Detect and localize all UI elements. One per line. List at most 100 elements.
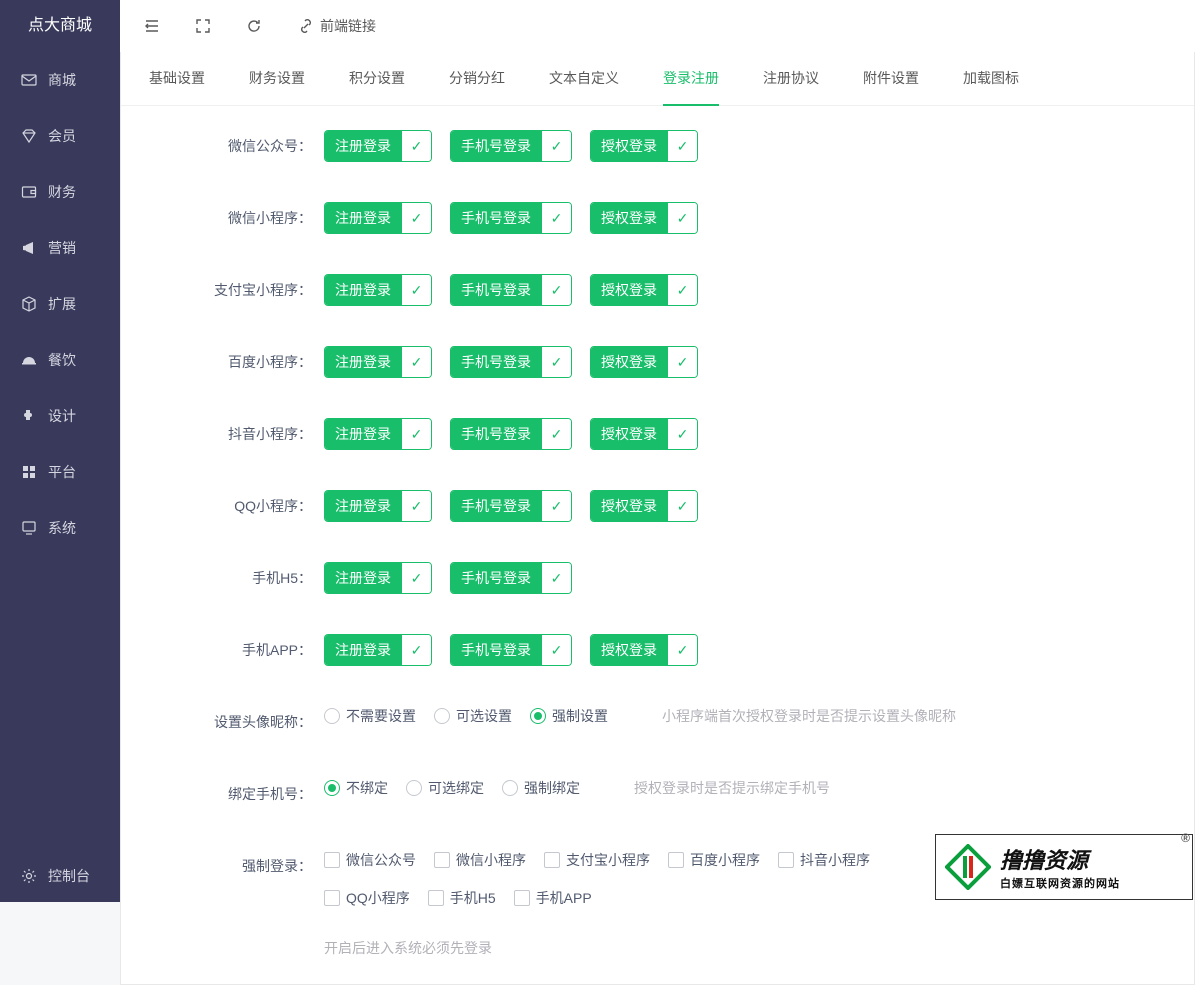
sidebar: 点大商城 商城 会员 财务 营销 扩展 餐饮 设计 平台 系统 控制台 [0, 0, 120, 902]
row-label: 手机H5： [149, 562, 324, 594]
row-alipay-miniapp: 支付宝小程序： 注册登录✓ 手机号登录✓ 授权登录✓ [149, 274, 1166, 306]
toggle-register[interactable]: 注册登录✓ [324, 490, 432, 522]
tab-register-agreement[interactable]: 注册协议 [763, 52, 819, 105]
checkbox-wechat-miniapp[interactable]: 微信小程序 [434, 850, 526, 870]
row-bind-phone: 绑定手机号： 不绑定 可选绑定 强制绑定 授权登录时是否提示绑定手机号 [149, 778, 1166, 810]
radio-icon [530, 708, 546, 724]
checkbox-qq-miniapp[interactable]: QQ小程序 [324, 888, 410, 908]
checkbox-icon [324, 852, 340, 868]
row-mobile-app: 手机APP： 注册登录✓ 手机号登录✓ 授权登录✓ [149, 634, 1166, 666]
toggle-phone[interactable]: 手机号登录✓ [450, 130, 572, 162]
toggle-auth[interactable]: 授权登录✓ [590, 346, 698, 378]
toggle-phone[interactable]: 手机号登录✓ [450, 490, 572, 522]
toggle-phone[interactable]: 手机号登录✓ [450, 418, 572, 450]
hint-text: 开启后进入系统必须先登录 [324, 938, 884, 958]
radio-avatar-optional[interactable]: 可选设置 [434, 706, 512, 726]
watermark-title: 撸撸资源 [1000, 843, 1120, 875]
toggle-auth[interactable]: 授权登录✓ [590, 418, 698, 450]
refresh-icon[interactable] [246, 18, 262, 34]
toggle-auth[interactable]: 授权登录✓ [590, 202, 698, 234]
tab-distribution[interactable]: 分销分红 [449, 52, 505, 105]
tab-loading-icon[interactable]: 加载图标 [963, 52, 1019, 105]
nav-item-extension[interactable]: 扩展 [0, 276, 120, 332]
row-label: 手机APP： [149, 634, 324, 666]
check-icon: ✓ [541, 563, 571, 593]
row-label: QQ小程序： [149, 490, 324, 522]
diamond-icon [20, 128, 38, 144]
nav-item-system[interactable]: 系统 [0, 500, 120, 556]
toggle-phone[interactable]: 手机号登录✓ [450, 562, 572, 594]
toggle-phone[interactable]: 手机号登录✓ [450, 202, 572, 234]
check-icon: ✓ [541, 419, 571, 449]
tab-text-custom[interactable]: 文本自定义 [549, 52, 619, 105]
toggle-auth[interactable]: 授权登录✓ [590, 490, 698, 522]
tab-basic[interactable]: 基础设置 [149, 52, 205, 105]
frontend-link[interactable]: 前端链接 [298, 16, 376, 36]
collapse-menu-icon[interactable] [144, 18, 160, 34]
radio-icon [324, 708, 340, 724]
nav-item-catering[interactable]: 餐饮 [0, 332, 120, 388]
frontend-link-label: 前端链接 [320, 16, 376, 36]
toggle-register[interactable]: 注册登录✓ [324, 634, 432, 666]
checkbox-icon [428, 890, 444, 906]
nav-label: 会员 [48, 126, 76, 146]
checkbox-mobile-h5[interactable]: 手机H5 [428, 888, 496, 908]
topbar: 前端链接 [120, 0, 1195, 52]
nav-item-member[interactable]: 会员 [0, 108, 120, 164]
radio-avatar-none[interactable]: 不需要设置 [324, 706, 416, 726]
check-icon: ✓ [541, 635, 571, 665]
checkbox-icon [514, 890, 530, 906]
toggle-register[interactable]: 注册登录✓ [324, 202, 432, 234]
radio-icon [434, 708, 450, 724]
check-icon: ✓ [401, 563, 431, 593]
wallet-icon [20, 184, 38, 200]
nav-item-console[interactable]: 控制台 [0, 850, 120, 902]
check-icon: ✓ [401, 347, 431, 377]
check-icon: ✓ [667, 275, 697, 305]
tab-attachment[interactable]: 附件设置 [863, 52, 919, 105]
radio-bind-none[interactable]: 不绑定 [324, 778, 388, 798]
row-baidu-miniapp: 百度小程序： 注册登录✓ 手机号登录✓ 授权登录✓ [149, 346, 1166, 378]
checkbox-mobile-app[interactable]: 手机APP [514, 888, 592, 908]
tab-points[interactable]: 积分设置 [349, 52, 405, 105]
toggle-phone[interactable]: 手机号登录✓ [450, 274, 572, 306]
toggle-register[interactable]: 注册登录✓ [324, 418, 432, 450]
toggle-auth[interactable]: 授权登录✓ [590, 274, 698, 306]
checkbox-alipay-miniapp[interactable]: 支付宝小程序 [544, 850, 650, 870]
check-icon: ✓ [541, 131, 571, 161]
check-icon: ✓ [541, 347, 571, 377]
nav-item-mall[interactable]: 商城 [0, 52, 120, 108]
radio-bind-optional[interactable]: 可选绑定 [406, 778, 484, 798]
toggle-register[interactable]: 注册登录✓ [324, 562, 432, 594]
toggle-phone[interactable]: 手机号登录✓ [450, 346, 572, 378]
toggle-phone[interactable]: 手机号登录✓ [450, 634, 572, 666]
nav-label: 设计 [48, 406, 76, 426]
toggle-register[interactable]: 注册登录✓ [324, 274, 432, 306]
radio-avatar-force[interactable]: 强制设置 [530, 706, 608, 726]
nav-item-marketing[interactable]: 营销 [0, 220, 120, 276]
toggle-auth[interactable]: 授权登录✓ [590, 634, 698, 666]
nav-item-design[interactable]: 设计 [0, 388, 120, 444]
checkbox-douyin-miniapp[interactable]: 抖音小程序 [778, 850, 870, 870]
nav-label: 控制台 [48, 866, 90, 886]
nav-item-platform[interactable]: 平台 [0, 444, 120, 500]
check-icon: ✓ [401, 491, 431, 521]
link-icon [298, 18, 314, 34]
checkbox-baidu-miniapp[interactable]: 百度小程序 [668, 850, 760, 870]
row-label: 微信公众号： [149, 130, 324, 162]
toggle-auth[interactable]: 授权登录✓ [590, 130, 698, 162]
tab-finance[interactable]: 财务设置 [249, 52, 305, 105]
check-icon: ✓ [401, 203, 431, 233]
nav-item-finance[interactable]: 财务 [0, 164, 120, 220]
registered-mark: ® [1181, 831, 1190, 845]
row-label: 微信小程序： [149, 202, 324, 234]
nav-bottom: 控制台 [0, 850, 120, 902]
toggle-register[interactable]: 注册登录✓ [324, 130, 432, 162]
radio-icon [324, 780, 340, 796]
tab-login-register[interactable]: 登录注册 [663, 52, 719, 106]
hint-text: 小程序端首次授权登录时是否提示设置头像昵称 [662, 706, 956, 726]
checkbox-wechat-official[interactable]: 微信公众号 [324, 850, 416, 870]
radio-bind-force[interactable]: 强制绑定 [502, 778, 580, 798]
toggle-register[interactable]: 注册登录✓ [324, 346, 432, 378]
fullscreen-icon[interactable] [196, 19, 210, 33]
